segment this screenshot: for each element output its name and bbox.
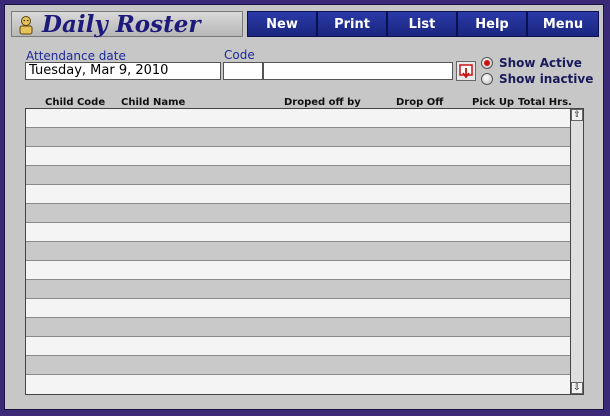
table-row[interactable] [26,337,570,356]
help-button[interactable]: Help [457,11,527,37]
show-inactive-option[interactable]: Show inactive [481,72,593,86]
attendance-date-field[interactable]: Tuesday, Mar 9, 2010 [25,62,221,80]
scroll-up-icon[interactable]: ⇧ [571,109,583,121]
show-inactive-radio[interactable] [481,73,493,85]
show-inactive-label: Show inactive [499,72,594,86]
table-row[interactable] [26,147,570,166]
title-bar: Daily Roster New Print List Help Menu [11,11,599,38]
vertical-scrollbar[interactable]: ⇧ ⇩ [571,108,584,395]
column-header-total-hrs: Total Hrs. [518,97,572,108]
show-active-label: Show Active [499,56,582,70]
column-header-pick-up: Pick Up [472,97,515,108]
column-header-dropped-off-by: Droped off by [284,97,361,108]
print-button[interactable]: Print [317,11,387,37]
attendance-date-label: Attendance date [26,49,126,63]
daily-roster-window: Daily Roster New Print List Help Menu At… [4,4,604,410]
code-field[interactable] [223,62,263,80]
lookup-button[interactable] [456,61,476,81]
table-row[interactable] [26,261,570,280]
page-title: Daily Roster [42,11,201,38]
table-row[interactable] [26,204,570,223]
table-row[interactable] [26,318,570,337]
list-button[interactable]: List [387,11,457,37]
code-name-field[interactable] [263,62,453,80]
table-row[interactable] [26,223,570,242]
code-label: Code [224,48,255,62]
table-row[interactable] [26,280,570,299]
menu-button[interactable]: Menu [527,11,599,37]
table-row[interactable] [26,299,570,318]
column-header-drop-off: Drop Off [396,97,444,108]
show-active-option[interactable]: Show Active [481,56,582,70]
table-row[interactable] [26,242,570,261]
down-arrow-icon [459,64,473,79]
table-row[interactable] [26,375,570,394]
new-button[interactable]: New [247,11,317,37]
table-row[interactable] [26,166,570,185]
table-row[interactable] [26,109,570,128]
title-box: Daily Roster [11,11,243,38]
person-icon [19,16,33,35]
table-row[interactable] [26,128,570,147]
show-active-radio[interactable] [481,57,493,69]
column-header-child-code: Child Code [45,97,106,108]
column-header-child-name: Child Name [121,97,186,108]
table-row[interactable] [26,185,570,204]
table-row[interactable] [26,356,570,375]
scroll-down-icon[interactable]: ⇩ [571,382,583,394]
roster-table[interactable] [25,108,571,395]
